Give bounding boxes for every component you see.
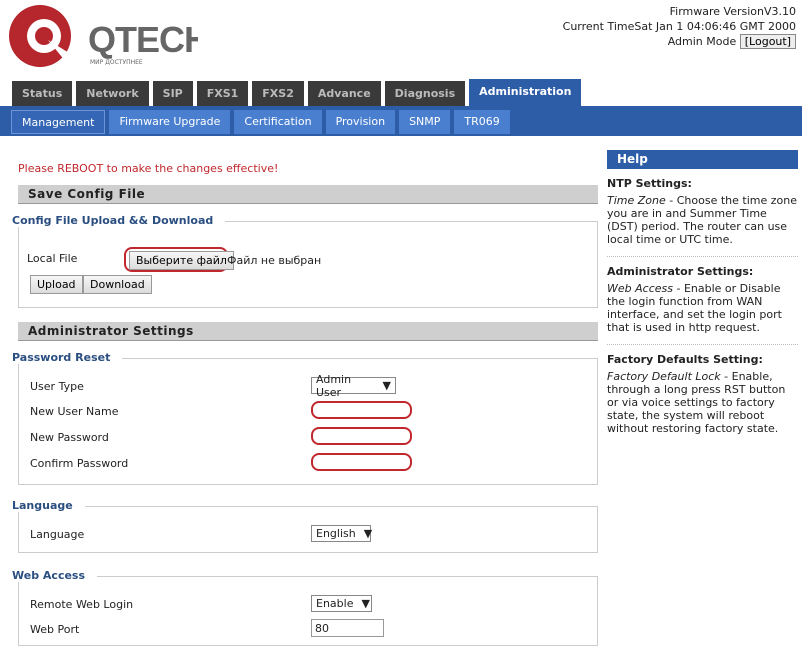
remote-login-select[interactable]: Enable ▼	[311, 595, 372, 612]
help-term: Time Zone	[607, 194, 666, 207]
dropdown-arrow-icon: ▼	[382, 379, 391, 392]
help-section-title: NTP Settings:	[607, 177, 692, 190]
tab-sip[interactable]: SIP	[152, 81, 193, 106]
language-select[interactable]: English ▼	[311, 525, 373, 542]
subtab-snmp[interactable]: SNMP	[399, 110, 451, 134]
help-section-title: Administrator Settings:	[607, 265, 754, 278]
subtab-certification[interactable]: Certification	[234, 110, 322, 134]
language-fieldset	[18, 506, 598, 553]
save-config-header: Save Config File	[18, 185, 598, 204]
confirm-password-label: Confirm Password	[30, 457, 129, 470]
new-user-input[interactable]	[311, 401, 412, 419]
upload-legend: Config File Upload && Download	[12, 214, 226, 227]
user-type-value: Admin User	[316, 372, 352, 399]
help-term: Web Access	[607, 282, 673, 295]
remote-login-value: Enable	[316, 597, 354, 610]
remote-login-label: Remote Web Login	[30, 598, 134, 611]
new-password-input[interactable]	[311, 427, 412, 445]
web-access-legend: Web Access	[12, 569, 98, 582]
web-access-fieldset	[18, 576, 598, 646]
admin-mode: Admin Mode	[667, 35, 737, 48]
language-value: English	[316, 527, 356, 540]
tab-fxs1[interactable]: FXS1	[196, 81, 249, 106]
tab-diagnosis[interactable]: Diagnosis	[384, 81, 466, 106]
firmware-version: Firmware VersionV3.10	[669, 5, 796, 18]
tab-status[interactable]: Status	[12, 81, 73, 106]
user-type-label: User Type	[30, 380, 84, 393]
help-section: Administrator Settings: Web Access - Enab…	[607, 257, 798, 345]
language-label: Language	[30, 528, 85, 541]
help-term: Factory Default Lock	[607, 370, 721, 383]
help-section-title: Factory Defaults Setting:	[607, 353, 763, 366]
confirm-password-input[interactable]	[311, 453, 412, 471]
help-title: Help	[607, 150, 798, 169]
upload-button[interactable]: Upload	[30, 275, 83, 294]
reboot-notice: Please REBOOT to make the changes effect…	[18, 162, 279, 175]
dropdown-arrow-icon: ▼	[361, 597, 370, 610]
main-tabs: Status Network SIP FXS1 FXS2 Advance Dia…	[12, 79, 582, 106]
no-file-text: Файл не выбран	[227, 254, 322, 267]
help-section: NTP Settings: Time Zone - Choose the time…	[607, 169, 798, 257]
subtab-tr069[interactable]: TR069	[454, 110, 510, 134]
local-file-label: Local File	[27, 252, 78, 265]
tab-fxs2[interactable]: FXS2	[252, 81, 304, 106]
logout-button[interactable]: [Logout]	[739, 34, 796, 49]
help-panel: Help NTP Settings: Time Zone - Choose the…	[607, 150, 798, 445]
password-legend: Password Reset	[12, 351, 123, 364]
qtech-logo: QTECH МИР ДОСТУПНЕЕ	[8, 4, 210, 68]
tab-advance[interactable]: Advance	[307, 81, 381, 106]
sub-tabs: Management Firmware Upgrade Certificatio…	[0, 106, 802, 136]
dropdown-arrow-icon: ▼	[363, 527, 373, 540]
download-button[interactable]: Download	[83, 275, 152, 294]
tab-network[interactable]: Network	[76, 81, 149, 106]
new-password-label: New Password	[30, 431, 109, 444]
language-legend: Language	[12, 499, 85, 512]
new-user-label: New User Name	[30, 405, 119, 418]
tab-administration[interactable]: Administration	[469, 79, 582, 106]
header-info: Firmware VersionV3.10 Current TimeSat Ja…	[563, 4, 796, 49]
user-type-select[interactable]: Admin User ▼	[311, 373, 396, 399]
admin-settings-header: Administrator Settings	[18, 322, 598, 341]
web-port-input[interactable]: 80	[311, 619, 384, 637]
current-time: Current TimeSat Jan 1 04:06:46 GMT 2000	[562, 20, 796, 33]
web-port-label: Web Port	[30, 623, 80, 636]
subtab-firmware-upgrade[interactable]: Firmware Upgrade	[109, 110, 231, 134]
svg-text:МИР ДОСТУПНЕЕ: МИР ДОСТУПНЕЕ	[90, 59, 143, 66]
choose-file-button[interactable]: Выберите файл	[129, 251, 234, 270]
help-section: Factory Defaults Setting: Factory Default…	[607, 345, 798, 445]
svg-text:QTECH: QTECH	[88, 19, 198, 60]
subtab-management[interactable]: Management	[11, 110, 106, 134]
subtab-provision[interactable]: Provision	[325, 110, 396, 134]
